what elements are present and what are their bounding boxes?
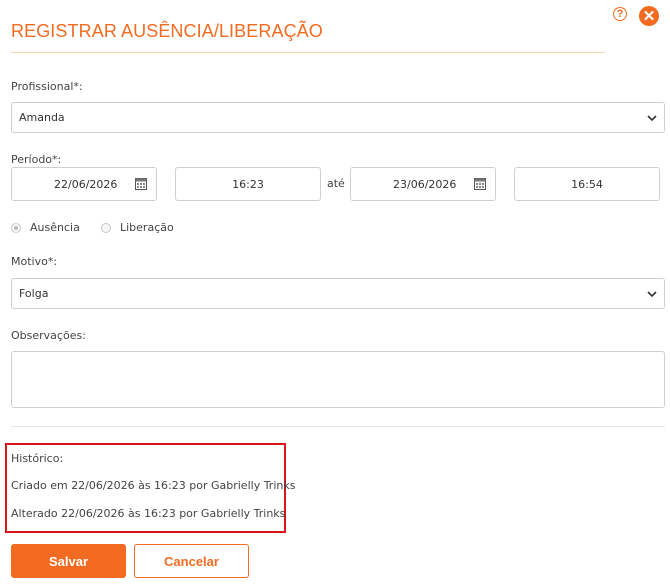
- end-date-value: 23/06/2026: [393, 177, 457, 191]
- cancel-button[interactable]: Cancelar: [134, 544, 249, 578]
- start-time-value: 16:23: [232, 177, 264, 191]
- end-time-value: 16:54: [571, 177, 603, 191]
- title-divider: [11, 52, 605, 53]
- close-icon[interactable]: ✕: [639, 6, 659, 26]
- reason-select[interactable]: Folga: [11, 278, 665, 309]
- end-time-input[interactable]: 16:54: [514, 167, 660, 201]
- professional-value: Amanda: [19, 111, 65, 124]
- notes-textarea[interactable]: [11, 351, 665, 408]
- start-time-input[interactable]: 16:23: [175, 167, 321, 201]
- history-label: Histórico:: [11, 452, 64, 465]
- notes-label: Observações:: [11, 329, 86, 342]
- radio-liberacao[interactable]: Liberação: [101, 221, 174, 234]
- history-altered: Alterado 22/06/2026 às 16:23 por Gabriel…: [11, 507, 286, 520]
- help-icon[interactable]: ?: [613, 7, 627, 21]
- calendar-icon[interactable]: [474, 178, 486, 190]
- radio-ausencia[interactable]: Ausência: [11, 221, 80, 234]
- calendar-icon[interactable]: [135, 178, 147, 190]
- chevron-down-icon: [647, 115, 657, 122]
- history-created: Criado em 22/06/2026 às 16:23 por Gabrie…: [11, 479, 296, 492]
- chevron-down-icon: [647, 291, 657, 298]
- page-title: REGISTRAR AUSÊNCIA/LIBERAÇÃO: [11, 21, 323, 41]
- divider: [11, 426, 665, 427]
- period-separator: até: [327, 177, 345, 190]
- reason-value: Folga: [19, 287, 49, 300]
- save-button[interactable]: Salvar: [11, 544, 126, 578]
- reason-label: Motivo*:: [11, 255, 58, 268]
- professional-select[interactable]: Amanda: [11, 102, 665, 133]
- start-date-value: 22/06/2026: [54, 177, 118, 191]
- radio-liberacao-label: Liberação: [120, 221, 174, 234]
- radio-button-checked[interactable]: [11, 222, 21, 233]
- radio-button[interactable]: [101, 222, 111, 233]
- professional-label: Profissional*:: [11, 80, 83, 93]
- period-label: Período*:: [11, 153, 62, 166]
- radio-ausencia-label: Ausência: [30, 221, 80, 234]
